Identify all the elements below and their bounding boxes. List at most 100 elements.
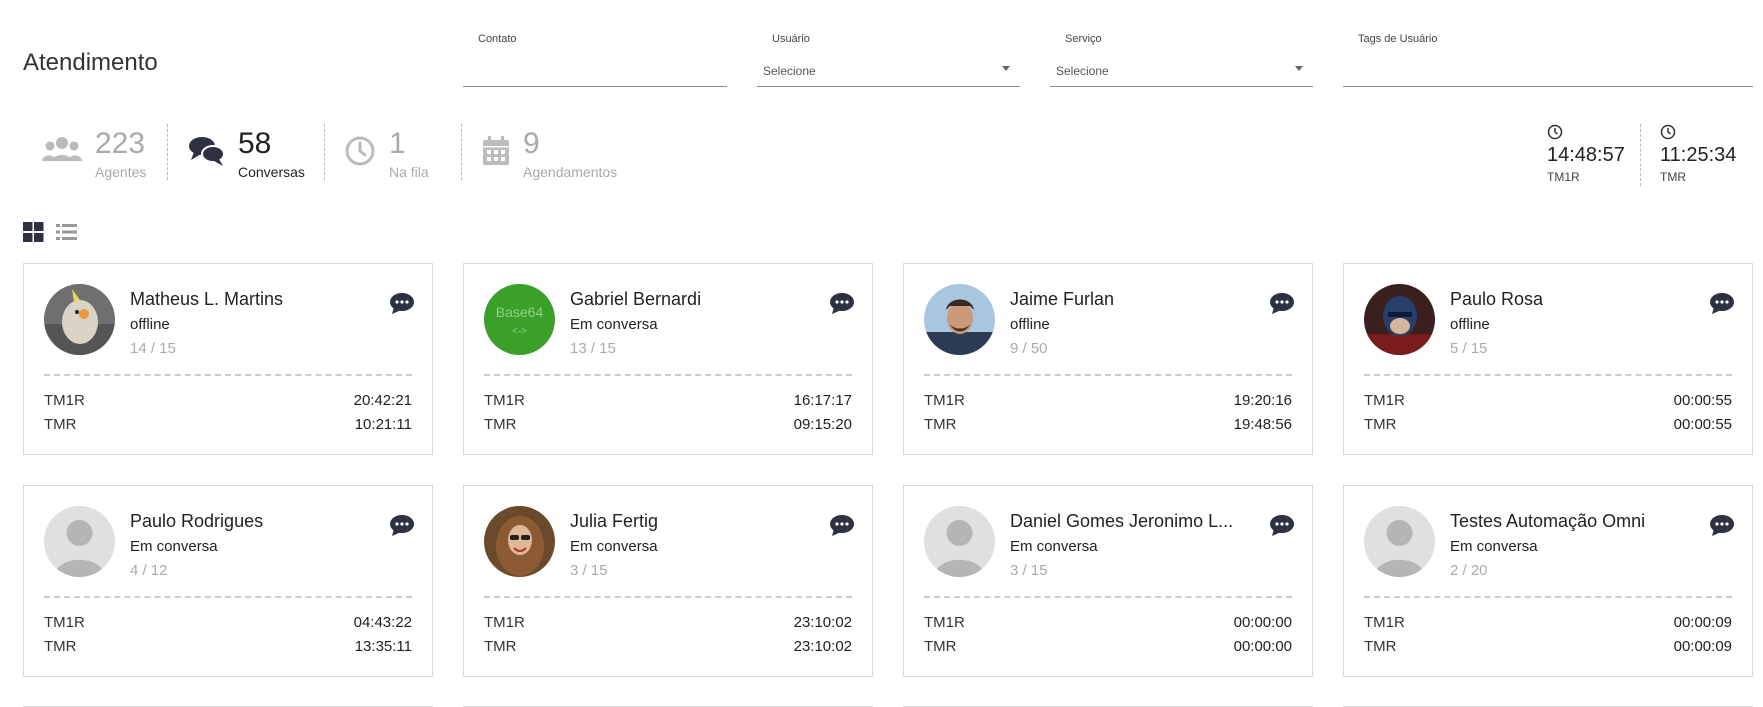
tmr-label: TMR (44, 416, 77, 433)
list-view-icon[interactable] (56, 222, 77, 247)
tm1r-value: 19:20:16 (1233, 392, 1292, 409)
fila-count: 1 (389, 127, 406, 160)
card-divider (924, 596, 1292, 598)
avatar (1364, 506, 1435, 577)
chat-icon[interactable] (390, 514, 414, 541)
avatar (44, 506, 115, 577)
agent-name: Matheus L. Martins (130, 289, 284, 309)
card-divider (484, 374, 852, 376)
stat-conversas: 58 Conversas (189, 125, 314, 185)
chat-icon[interactable] (1710, 514, 1734, 541)
agent-name: Julia Fertig (570, 511, 659, 531)
tags-filter[interactable]: Tags de Usuário (1343, 30, 1753, 87)
agent-chat-count: 3 / 15 (1010, 562, 1048, 579)
tm1r-row: TM1R 00:00:00 (924, 614, 1292, 631)
servico-underline (1050, 86, 1313, 87)
agent-status: offline (1010, 316, 1050, 333)
conversas-count: 58 (238, 127, 272, 160)
agent-status: Em conversa (130, 538, 218, 555)
agent-card[interactable]: Jaime Furlan offline 9 / 50 TM1R 19:20:16 TMR… (903, 263, 1313, 455)
tm1r-label: TM1R (1547, 170, 1580, 184)
tmr-row: TMR 13:35:11 (44, 638, 412, 655)
tm1r-label: TM1R (924, 614, 965, 631)
tmr-row: TMR 10:21:11 (44, 416, 412, 433)
tmr-label: TMR (1364, 638, 1397, 655)
tmr-row: TMR 09:15:20 (484, 416, 852, 433)
tm1r-value: 16:17:17 (793, 392, 852, 409)
agentes-label: Agentes (95, 164, 147, 180)
users-icon (42, 135, 82, 172)
tags-underline (1343, 86, 1753, 87)
agent-card[interactable]: Julia Fertig Em conversa 3 / 15 TM1R 23:10:0… (463, 485, 873, 677)
tm1r-value: 00:00:00 (1233, 614, 1292, 631)
tmr-label: TMR (924, 416, 957, 433)
usuario-value[interactable]: Selecione (763, 64, 816, 78)
contato-label: Contato (478, 33, 517, 45)
usuario-select[interactable]: Usuário Selecione (757, 30, 1020, 87)
tmr-value: 11:25:34 (1660, 144, 1737, 166)
agent-chat-count: 4 / 12 (130, 562, 168, 579)
agent-chat-count: 5 / 15 (1450, 340, 1488, 357)
grid-view-icon[interactable] (23, 222, 44, 247)
tm1r-value: 23:10:02 (793, 614, 852, 631)
agent-name: Paulo Rosa (1450, 289, 1544, 309)
agentes-count: 223 (95, 127, 146, 160)
stat-agentes: 223 Agentes (42, 125, 162, 185)
contato-underline (463, 86, 727, 87)
tm1r-label: TM1R (484, 392, 525, 409)
tmr-value: 00:00:00 (1233, 638, 1292, 655)
card-divider (484, 596, 852, 598)
tmr-row: TMR 23:10:02 (484, 638, 852, 655)
chat-icon[interactable] (1270, 514, 1294, 541)
agent-status: Em conversa (1010, 538, 1098, 555)
tm1r-label: TM1R (484, 614, 525, 631)
tmr-label: TMR (1660, 170, 1686, 184)
agent-card[interactable]: Paulo Rosa offline 5 / 15 TM1R 00:00:55 TMR 00… (1343, 263, 1753, 455)
agent-chat-count: 14 / 15 (130, 340, 176, 357)
chat-icon[interactable] (830, 292, 854, 319)
card-divider (44, 374, 412, 376)
clock-icon (1660, 124, 1676, 145)
tm1r-row: TM1R 23:10:02 (484, 614, 852, 631)
agendamentos-label: Agendamentos (523, 164, 618, 180)
divider (324, 124, 325, 180)
tm1r-label: TM1R (1364, 392, 1405, 409)
tm1r-label: TM1R (44, 614, 85, 631)
servico-value[interactable]: Selecione (1056, 64, 1109, 78)
agendamentos-count: 9 (523, 127, 540, 160)
chat-icon[interactable] (390, 292, 414, 319)
tmr-value: 19:48:56 (1233, 416, 1292, 433)
agent-status: Em conversa (570, 538, 658, 555)
tmr-row: TMR 00:00:00 (924, 638, 1292, 655)
contato-filter[interactable]: Contato (463, 30, 727, 87)
tmr-label: TMR (484, 416, 517, 433)
tmr-value: 00:00:09 (1673, 638, 1732, 655)
usuario-label: Usuário (772, 33, 810, 45)
clock-icon (1547, 124, 1563, 145)
divider (461, 124, 462, 180)
servico-select[interactable]: Serviço Selecione (1050, 30, 1313, 87)
caret-down-icon[interactable] (1002, 66, 1010, 71)
view-toggle (23, 222, 77, 247)
page-title: Atendimento (23, 49, 158, 76)
tmr-label: TMR (44, 638, 77, 655)
tm1r-value: 14:48:57 (1547, 144, 1625, 166)
chat-icon[interactable] (830, 514, 854, 541)
tm1r-row: TM1R 00:00:55 (1364, 392, 1732, 409)
agent-status: Em conversa (1450, 538, 1538, 555)
fila-label: Na fila (389, 164, 429, 180)
chat-icon[interactable] (1710, 292, 1734, 319)
comments-icon (189, 135, 225, 172)
caret-down-icon[interactable] (1295, 66, 1303, 71)
tmr-value: 00:00:55 (1673, 416, 1732, 433)
agent-name: Jaime Furlan (1010, 289, 1115, 309)
avatar (44, 284, 115, 355)
stat-agendamentos: 9 Agendamentos (481, 125, 641, 185)
agent-card[interactable]: Base64 <-> Gabriel Bernardi Em conversa 13 /… (463, 263, 873, 455)
agent-card[interactable]: Testes Automação Omni Em conversa 2 / 20 TM… (1343, 485, 1753, 677)
card-divider (1364, 374, 1732, 376)
chat-icon[interactable] (1270, 292, 1294, 319)
agent-card[interactable]: Matheus L. Martins offline 14 / 15 TM1R 20:4… (23, 263, 433, 455)
agent-card[interactable]: Paulo Rodrigues Em conversa 4 / 12 TM1R 04:4… (23, 485, 433, 677)
agent-card[interactable]: Daniel Gomes Jeronimo L... Em conversa 3 /… (903, 485, 1313, 677)
